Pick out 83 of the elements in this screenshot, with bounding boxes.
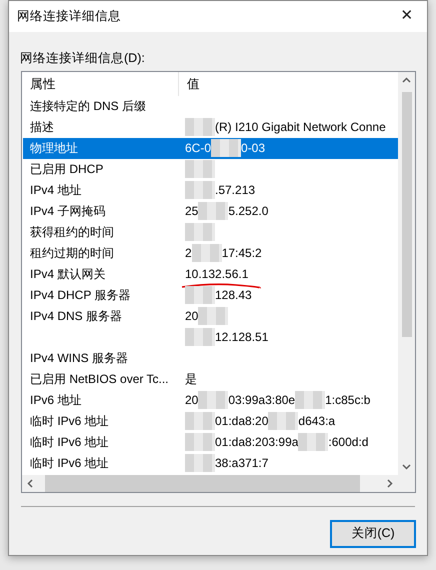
value-cell-text: 1:c85c:b (325, 392, 370, 410)
value-cell-text: 20 (185, 308, 198, 326)
redaction-mark (198, 307, 228, 326)
property-cell[interactable]: IPv4 DNS 服务器 (23, 307, 179, 326)
redaction-mark (298, 433, 328, 452)
list-label: 网络连接详细信息(D): (20, 50, 146, 67)
property-cell[interactable]: 已启用 DHCP (23, 160, 179, 178)
list-row[interactable]: 连接特定的 DNS 后缀 (23, 96, 398, 117)
value-cell-text: 12.128.51 (215, 329, 268, 346)
value-cell-text: d643:a (298, 413, 336, 430)
value-cell-text: 128.43 (215, 287, 252, 304)
redaction-mark (268, 412, 298, 430)
list-row[interactable]: 12.128.51 (23, 326, 398, 348)
value-cell-text: .57.213 (215, 182, 256, 200)
list-row[interactable]: 临时 IPv6 地址 38:a371:7 (23, 452, 398, 474)
property-cell[interactable]: IPv4 DHCP 服务器 (23, 286, 179, 304)
redaction-mark (198, 391, 228, 410)
redaction-mark (185, 454, 215, 472)
value-cell-text: 是 (185, 371, 197, 388)
list-row[interactable]: 临时 IPv6 地址 01:da8:203:99a :600d:d (23, 432, 398, 453)
property-cell[interactable]: IPv4 默认网关 (23, 265, 179, 284)
vertical-scrollbar[interactable] (398, 72, 415, 475)
property-cell[interactable]: 获得租约的时间 (23, 223, 179, 242)
list-row[interactable]: 获得租约的时间 (23, 222, 398, 243)
list-row[interactable]: 已启用 NetBIOS over Tc... 是 (23, 368, 398, 390)
value-cell-text: (R) I210 Gigabit Network Conne (215, 119, 386, 136)
scrollbar-thumb[interactable] (45, 474, 360, 492)
list-row[interactable]: IPv4 子网掩码 25 5.252.0 (23, 200, 398, 222)
value-cell-text: 0-03 (241, 140, 266, 158)
redaction-mark (185, 118, 215, 136)
value-cell-text: 17:45:2 (222, 245, 262, 262)
value-cell-text: 6C-0 (185, 140, 212, 158)
value-cell-text: 5.252.0 (228, 203, 268, 220)
redaction-mark (211, 139, 242, 158)
redaction-mark (185, 433, 215, 452)
column-header[interactable]: 值 (179, 72, 200, 96)
redaction-mark (295, 391, 326, 410)
list-row[interactable]: IPv4 地址 .57.213 (23, 180, 398, 201)
list-row[interactable]: IPv4 WINS 服务器 (23, 348, 398, 369)
value-cell-text: 01:da8:203:99a (215, 434, 298, 452)
redaction-mark (185, 181, 215, 200)
redaction-mark (198, 202, 228, 220)
property-cell[interactable]: IPv4 WINS 服务器 (23, 349, 179, 368)
property-cell[interactable]: 连接特定的 DNS 后缀 (23, 97, 179, 116)
scrollbar-thumb[interactable] (402, 92, 412, 337)
property-cell[interactable]: 临时 IPv6 地址 (23, 433, 179, 452)
selected-row[interactable]: 物理地址 6C-0 0-03 (23, 138, 398, 159)
property-cell[interactable]: IPv6 地址 (23, 391, 179, 410)
property-cell[interactable]: 已启用 NetBIOS over Tc... (23, 370, 179, 388)
close-dialog-button[interactable]: 关闭(C) (330, 520, 416, 548)
list-row[interactable]: IPv6 地址 20 03:99a3:80e 1:c85c:b (23, 390, 398, 411)
property-cell[interactable]: 物理地址 (23, 139, 179, 158)
value-cell-text: 38:a371:7 (215, 455, 268, 472)
value-cell-text: 10.132.56.1 (185, 266, 248, 284)
value-cell-text: 20 (185, 392, 198, 410)
list-row[interactable]: 描述 (R) I210 Gigabit Network Conne (23, 116, 398, 138)
property-cell[interactable]: IPv4 子网掩码 (23, 202, 179, 220)
redaction-mark (192, 244, 222, 262)
value-cell-text: 2 (185, 245, 192, 262)
list-row[interactable]: IPv4 DNS 服务器 20 (23, 306, 398, 327)
property-cell[interactable]: IPv4 地址 (23, 181, 179, 200)
column-header[interactable]: 属性 (22, 72, 179, 96)
redaction-mark (185, 328, 215, 346)
property-cell[interactable]: 临时 IPv6 地址 (23, 412, 179, 430)
property-cell[interactable]: 临时 IPv6 地址 (23, 454, 179, 472)
redaction-mark (185, 160, 215, 178)
list-row[interactable]: IPv4 默认网关 10.132.56.1 (23, 264, 398, 285)
redaction-mark (185, 412, 215, 430)
value-cell-text: 03:99a3:80e (228, 392, 296, 410)
property-cell[interactable]: 租约过期的时间 (23, 244, 179, 262)
list-row[interactable]: IPv4 DHCP 服务器 128.43 (23, 284, 398, 306)
value-cell-text: 25 (185, 203, 198, 220)
list-row[interactable]: 租约过期的时间 2 17:45:2 (23, 242, 398, 264)
redaction-mark (185, 286, 215, 304)
redaction-mark (185, 223, 215, 242)
list-row[interactable]: 临时 IPv6 地址 01:da8:20 d643:a (23, 410, 398, 432)
value-cell-text: :600d:d (328, 434, 368, 452)
close-button[interactable]: ✕ (387, 2, 427, 32)
value-cell-text: 01:da8:20 (215, 413, 268, 430)
window-title: 网络连接详细信息 (17, 8, 121, 26)
property-cell[interactable]: 描述 (23, 118, 179, 136)
list-row[interactable]: 已启用 DHCP (23, 158, 398, 180)
horizontal-scrollbar[interactable] (22, 474, 398, 492)
